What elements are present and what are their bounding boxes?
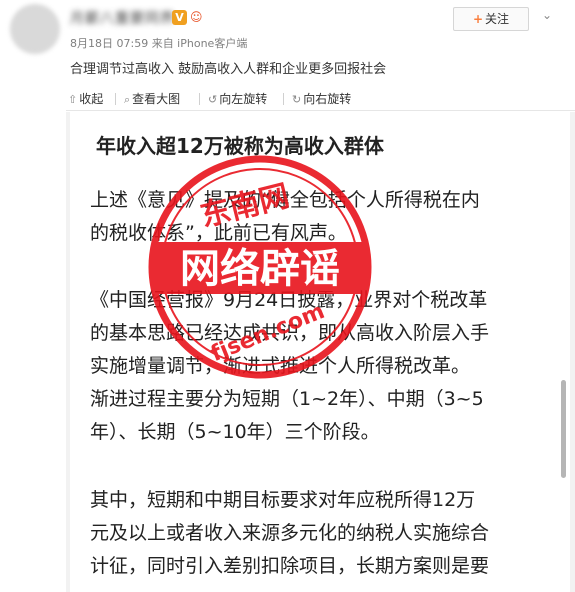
stamp-bottom-text: fjsen.com	[207, 299, 328, 367]
scrollbar[interactable]	[561, 380, 566, 478]
article-line: 其中，短期和中期目标要求对年应税所得12万	[90, 489, 476, 511]
divider	[115, 93, 116, 105]
image-toolbar: ⇧ 收起 ⌕ 查看大图 ↺ 向左旋转 ↻ 向右旋转	[66, 86, 575, 111]
follow-label: 关注	[485, 12, 510, 26]
article-line: 计征，同时引入差别扣除项目，长期方案则是要	[90, 555, 490, 577]
avatar[interactable]	[10, 4, 60, 54]
post-header: 月薪八重要同界 V ☺ 8月18日 07:59 来自 iPhone客户端 + 关注…	[0, 0, 575, 60]
post-meta: 8月18日 07:59 来自 iPhone客户端	[70, 37, 248, 50]
article-paragraph: 其中，短期和中期目标要求对年应税所得12万 元及以上或者收入来源多元化的纳税人实…	[90, 484, 489, 583]
rotate-left-button[interactable]: ↺ 向左旋转	[208, 90, 267, 107]
divider	[199, 93, 200, 105]
rotate-right-button[interactable]: ↻ 向右旋转	[292, 90, 351, 107]
chevron-down-icon[interactable]: ⌄	[542, 8, 552, 22]
divider	[283, 93, 284, 105]
stamp-top-text: 东南网	[197, 178, 293, 234]
view-large-button[interactable]: ⌕ 查看大图	[124, 90, 180, 107]
post-text: 合理调节过高收入 鼓励高收入人群和企业更多回报社会	[70, 62, 387, 77]
rotate-left-label: 向左旋转	[219, 92, 268, 106]
article-line: 元及以上或者收入来源多元化的纳税人实施综合	[90, 522, 490, 544]
article-line: 年）、长期（5~10年）三个阶段。	[90, 421, 380, 443]
stamp-center-text: 网络辟谣	[180, 246, 340, 292]
member-badge-icon: ☺	[190, 10, 203, 24]
view-large-label: 查看大图	[132, 92, 181, 106]
username[interactable]: 月薪八重要同界	[70, 8, 175, 28]
search-icon: ⌕	[124, 93, 131, 106]
collapse-icon: ⇧	[68, 93, 78, 106]
article-line: 渐进过程主要分为短期（1~2年）、中期（3~5	[90, 388, 484, 410]
collapse-button[interactable]: ⇧ 收起	[68, 90, 103, 107]
rotate-right-icon: ↻	[292, 93, 302, 106]
collapse-label: 收起	[79, 92, 104, 106]
rotate-right-label: 向右旋转	[303, 92, 352, 106]
rumor-stamp-icon: 东南网 网络辟谣 fjsen.com	[148, 155, 372, 379]
plus-icon: +	[472, 12, 484, 26]
rotate-left-icon: ↺	[208, 93, 218, 106]
follow-button[interactable]: + 关注	[453, 7, 529, 31]
verified-badge-icon: V	[172, 10, 187, 25]
